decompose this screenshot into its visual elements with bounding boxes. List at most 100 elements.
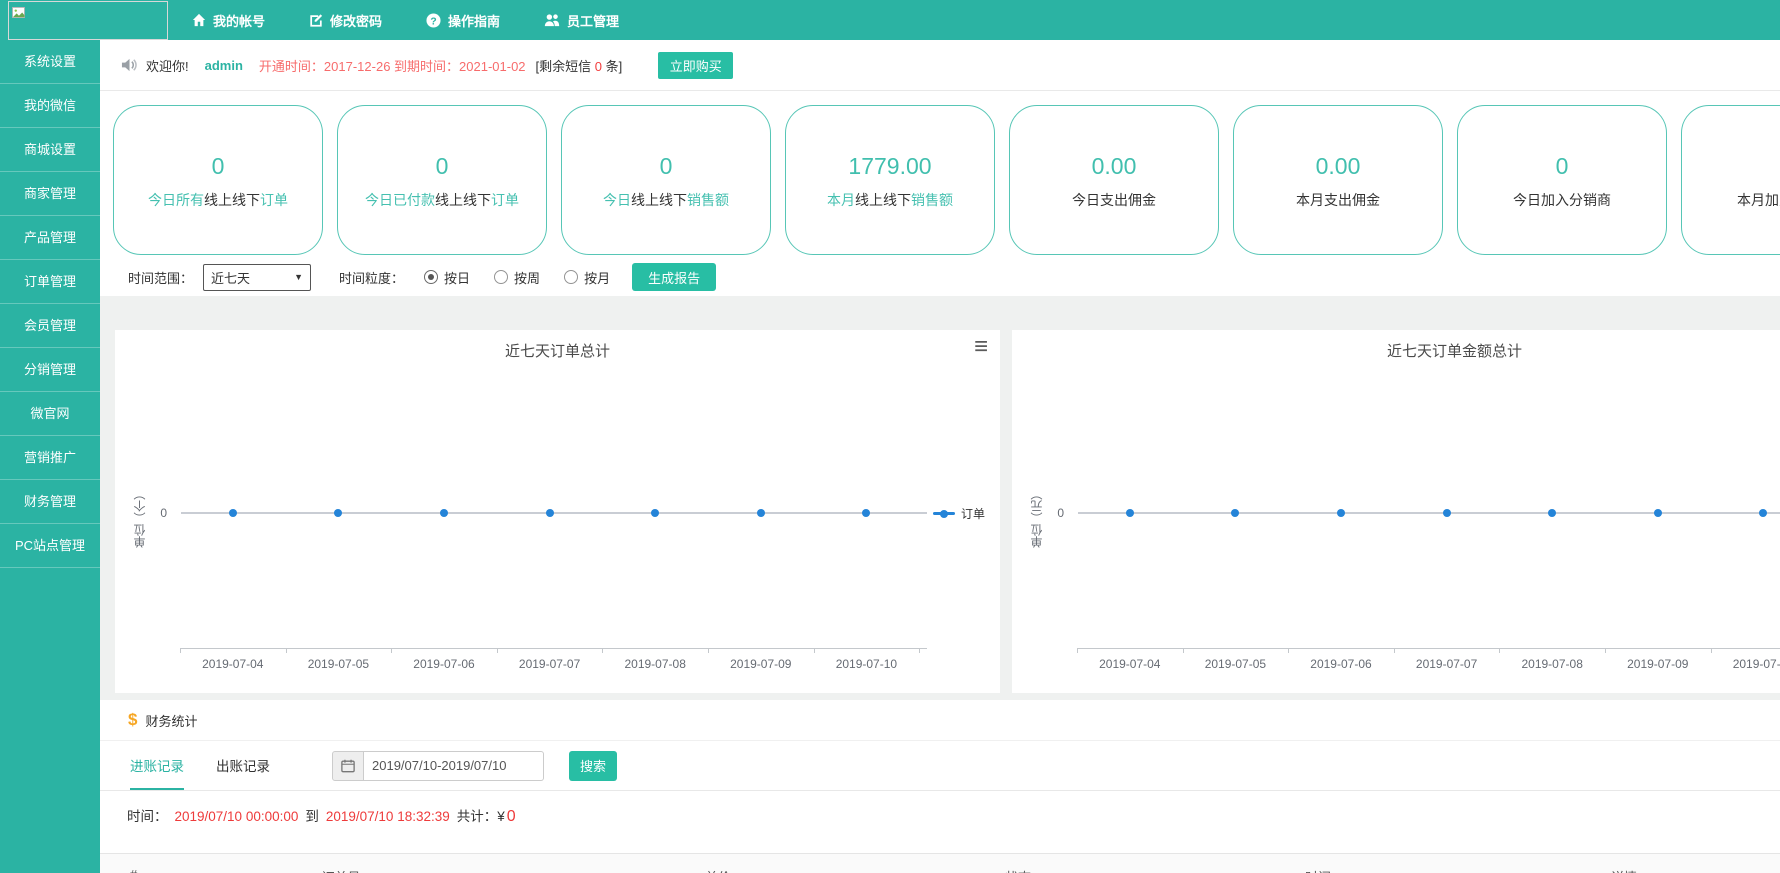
x-axis-tick bbox=[1077, 648, 1078, 653]
stat-card: 1本月加入分销商 bbox=[1681, 105, 1780, 255]
x-axis-label: 2019-07-10 bbox=[1711, 657, 1780, 671]
sidebar-item-订单管理[interactable]: 订单管理 bbox=[0, 260, 100, 304]
x-axis-tick bbox=[1499, 648, 1500, 653]
table-header-订单号: 订单号 bbox=[321, 867, 360, 873]
x-axis-tick bbox=[814, 648, 815, 653]
finance-time-summary: 时间： 2019/07/10 00:00:00 到 2019/07/10 18:… bbox=[100, 791, 1780, 826]
stat-value: 0.00 bbox=[1092, 151, 1137, 181]
top-section: 欢迎你! admin 开通时间：2017-12-26 到期时间：2021-01-… bbox=[100, 40, 1780, 296]
radio-button[interactable] bbox=[564, 270, 578, 284]
x-axis-label: 2019-07-07 bbox=[497, 657, 603, 671]
x-axis-label: 2019-07-06 bbox=[1288, 657, 1394, 671]
nav-item-我的帐号[interactable]: 我的帐号 bbox=[192, 11, 265, 30]
sidebar-item-商城设置[interactable]: 商城设置 bbox=[0, 128, 100, 172]
sidebar-item-微官网[interactable]: 微官网 bbox=[0, 392, 100, 436]
time-label: 时间： bbox=[127, 805, 168, 825]
series-line bbox=[181, 512, 927, 514]
filter-bar: 时间范围： 近七天 时间粒度： 按日 按周 按月 生成报告 bbox=[100, 262, 716, 292]
calendar-icon[interactable] bbox=[332, 751, 364, 781]
series-line bbox=[1078, 512, 1780, 514]
radio-label: 按日 bbox=[444, 268, 470, 287]
time-range-label: 时间范围： bbox=[128, 268, 193, 287]
admin-dashboard: 我的帐号修改密码?操作指南员工管理 系统设置我的微信商城设置商家管理产品管理订单… bbox=[0, 0, 1780, 873]
sms-prefix: [剩余短信 bbox=[536, 59, 595, 74]
welcome-greeting: 欢迎你! bbox=[146, 56, 189, 75]
total-label: 共计：¥ bbox=[457, 805, 505, 825]
data-point bbox=[651, 509, 659, 517]
stat-card: 1779.00本月线上线下销售额 bbox=[785, 105, 995, 255]
data-point bbox=[1443, 509, 1451, 517]
sidebar-item-财务管理[interactable]: 财务管理 bbox=[0, 480, 100, 524]
edit-icon bbox=[309, 13, 323, 27]
radio-按月[interactable]: 按月 bbox=[564, 268, 610, 287]
x-axis-label: 2019-07-08 bbox=[1499, 657, 1605, 671]
stat-label: 本月加入分销商 bbox=[1737, 190, 1780, 210]
radio-button[interactable] bbox=[494, 270, 508, 284]
orders-chart-panel: 近七天订单总计 ≡ 单位（个） 0 2019-07-042019-07-0520… bbox=[115, 330, 1000, 693]
stat-value: 0 bbox=[212, 151, 225, 181]
sidebar-item-会员管理[interactable]: 会员管理 bbox=[0, 304, 100, 348]
sidebar-item-系统设置[interactable]: 系统设置 bbox=[0, 40, 100, 84]
nav-item-员工管理[interactable]: 员工管理 bbox=[544, 11, 619, 30]
nav-item-操作指南[interactable]: ?操作指南 bbox=[426, 11, 500, 30]
data-point bbox=[334, 509, 342, 517]
nav-item-label: 员工管理 bbox=[567, 11, 619, 30]
nav-item-修改密码[interactable]: 修改密码 bbox=[309, 11, 382, 30]
x-axis bbox=[180, 648, 927, 649]
time-to: 2019/07/10 18:32:39 bbox=[326, 809, 450, 824]
x-axis-tick bbox=[1605, 648, 1606, 653]
finance-title: 财务统计 bbox=[145, 711, 197, 730]
nav-item-label: 我的帐号 bbox=[213, 11, 265, 30]
time-range-select[interactable]: 近七天 bbox=[203, 264, 311, 291]
time-from: 2019/07/10 00:00:00 bbox=[175, 809, 299, 824]
chart-title: 近七天订单金额总计 bbox=[1012, 340, 1780, 361]
sms-suffix: 条] bbox=[602, 59, 622, 74]
chart-title: 近七天订单总计 bbox=[115, 340, 1000, 361]
radio-button[interactable] bbox=[424, 270, 438, 284]
finance-tabs: 进账记录出账记录 bbox=[130, 741, 302, 790]
logo bbox=[8, 1, 168, 40]
date-range-input[interactable] bbox=[364, 751, 544, 781]
stat-card: 0.00本月支出佣金 bbox=[1233, 105, 1443, 255]
tab-进账记录[interactable]: 进账记录 bbox=[130, 741, 184, 790]
stat-label: 今日加入分销商 bbox=[1513, 190, 1611, 210]
to-label: 到 bbox=[305, 805, 319, 825]
granularity-label: 时间粒度： bbox=[339, 268, 404, 287]
x-axis-label: 2019-07-05 bbox=[286, 657, 392, 671]
table-header-单价: 单价 bbox=[705, 867, 731, 873]
sidebar-item-分销管理[interactable]: 分销管理 bbox=[0, 348, 100, 392]
sidebar-item-PC站点管理[interactable]: PC站点管理 bbox=[0, 524, 100, 568]
main-content: 欢迎你! admin 开通时间：2017-12-26 到期时间：2021-01-… bbox=[100, 40, 1780, 873]
table-header-时间: 时间 bbox=[1305, 867, 1331, 873]
stat-label: 本月支出佣金 bbox=[1296, 190, 1380, 210]
data-point bbox=[1231, 509, 1239, 517]
stat-label: 今日所有线上线下订单 bbox=[148, 190, 288, 210]
users-icon bbox=[544, 13, 560, 27]
x-axis-label: 2019-07-05 bbox=[1183, 657, 1289, 671]
granularity-radio-group: 按日 按周 按月 bbox=[424, 268, 610, 287]
stat-card: 0.00今日支出佣金 bbox=[1009, 105, 1219, 255]
order-amount-chart-panel: 近七天订单金额总计 ≡ 单位（元） 0 2019-07-042019-07-05… bbox=[1012, 330, 1780, 693]
chart-legend[interactable]: 订单 bbox=[933, 505, 985, 522]
radio-按周[interactable]: 按周 bbox=[494, 268, 540, 287]
time-range-value: 近七天 bbox=[211, 268, 250, 287]
stat-card: 0今日已付款线上线下订单 bbox=[337, 105, 547, 255]
search-button[interactable]: 搜索 bbox=[569, 751, 617, 781]
data-point bbox=[229, 509, 237, 517]
sidebar-item-商家管理[interactable]: 商家管理 bbox=[0, 172, 100, 216]
radio-按日[interactable]: 按日 bbox=[424, 268, 470, 287]
buy-now-button[interactable]: 立即购买 bbox=[658, 52, 733, 79]
y-axis-tick: 0 bbox=[1040, 506, 1064, 520]
sidebar-item-我的微信[interactable]: 我的微信 bbox=[0, 84, 100, 128]
x-axis-label: 2019-07-04 bbox=[1077, 657, 1183, 671]
x-axis-tick bbox=[286, 648, 287, 653]
sidebar-item-产品管理[interactable]: 产品管理 bbox=[0, 216, 100, 260]
tab-出账记录[interactable]: 出账记录 bbox=[216, 741, 270, 790]
sidebar-item-营销推广[interactable]: 营销推广 bbox=[0, 436, 100, 480]
chart-menu-icon[interactable]: ≡ bbox=[974, 332, 988, 362]
dollar-icon: $ bbox=[128, 710, 137, 730]
speaker-icon bbox=[121, 57, 138, 73]
generate-report-button[interactable]: 生成报告 bbox=[632, 263, 716, 291]
nav-item-label: 操作指南 bbox=[448, 11, 500, 30]
data-point bbox=[440, 509, 448, 517]
